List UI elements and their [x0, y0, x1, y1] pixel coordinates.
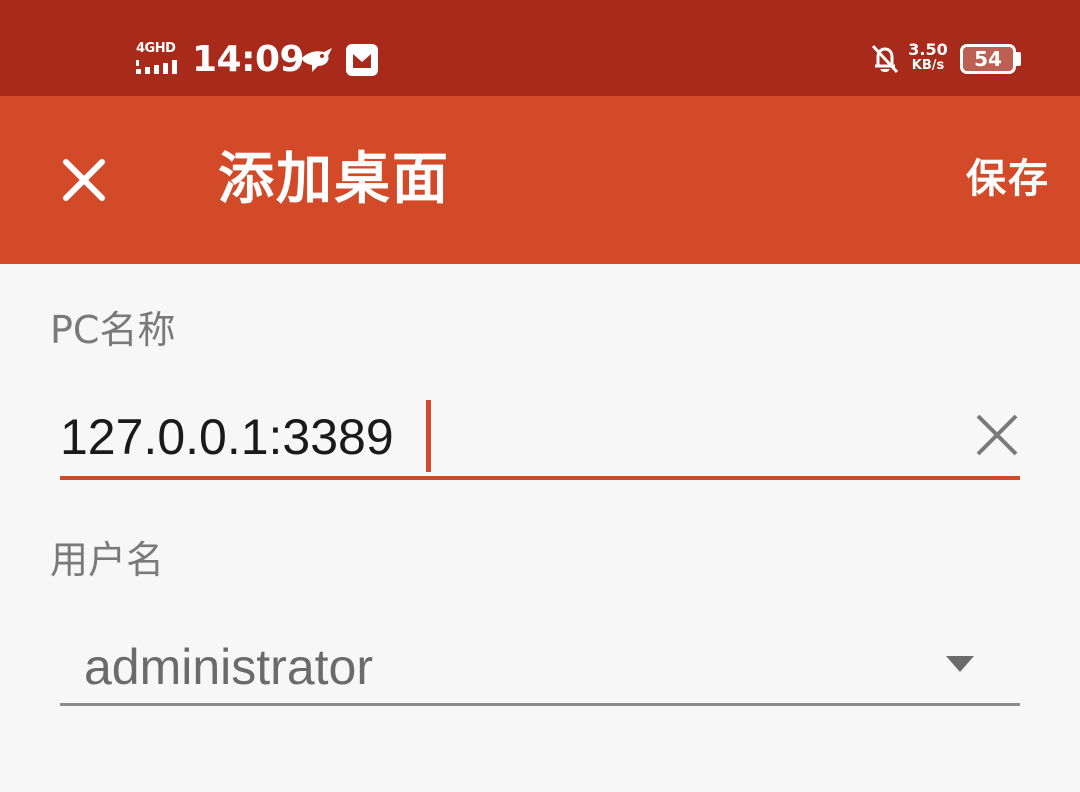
bell-off-icon [871, 44, 899, 74]
signal-bars-icon [136, 60, 177, 74]
signal-icon: 4GHD [136, 42, 184, 74]
pc-name-underline [60, 476, 1020, 480]
network-speed: 3.50 KB/s [906, 42, 950, 74]
app-toolbar: 添加桌面 保存 [0, 96, 1080, 264]
pc-name-label: PC名称 [50, 308, 176, 352]
status-bar: 4GHD 14:09 3.50 KB/s 54 [0, 0, 1080, 96]
pc-name-input[interactable]: 127.0.0.1:3389 [60, 396, 1020, 482]
battery-level: 54 [974, 47, 1002, 71]
bird-icon [302, 48, 332, 72]
username-underline [60, 703, 1020, 706]
speed-value: 3.50 [908, 40, 948, 59]
network-type-label: 4GHD [136, 41, 176, 56]
username-label: 用户名 [50, 538, 165, 582]
save-button[interactable]: 保存 [966, 154, 1050, 204]
battery-icon: 54 [960, 44, 1016, 74]
speed-unit: KB/s [911, 58, 945, 73]
page-title: 添加桌面 [218, 147, 450, 212]
close-icon[interactable] [54, 150, 114, 210]
dropdown-arrow-icon[interactable] [946, 656, 974, 672]
username-value[interactable]: administrator [84, 638, 373, 696]
battery-cap [1016, 52, 1021, 66]
text-cursor [426, 400, 431, 472]
status-time: 14:09 [192, 39, 305, 80]
app-notification-icon [346, 44, 378, 76]
username-select[interactable]: administrator [60, 630, 1020, 708]
clear-icon[interactable] [974, 412, 1020, 458]
pc-name-value[interactable]: 127.0.0.1:3389 [60, 408, 394, 466]
